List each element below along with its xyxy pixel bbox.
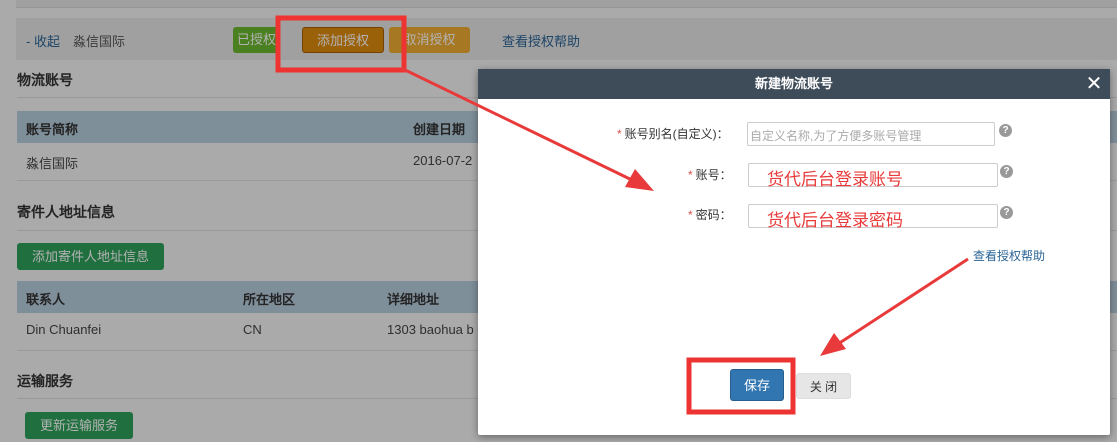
required-mark: *	[688, 208, 693, 222]
password-label: * 密码：	[688, 206, 732, 223]
help-icon[interactable]: ?	[1000, 206, 1013, 219]
password-value: 货代后台登录密码	[767, 211, 903, 230]
required-mark: *	[688, 168, 693, 182]
account-value: 货代后台登录账号	[767, 170, 903, 189]
dialog-help-link[interactable]: 查看授权帮助	[973, 247, 1045, 264]
close-button[interactable]: 关 闭	[796, 373, 851, 399]
password-label-text: 密码：	[695, 208, 732, 222]
required-mark: *	[617, 127, 622, 141]
alias-label-text: 账号别名(自定义)：	[624, 127, 729, 141]
alias-input[interactable]: 自定义名称,为了方便多账号管理	[747, 122, 995, 146]
password-input[interactable]: 货代后台登录密码	[748, 204, 998, 230]
alias-placeholder: 自定义名称,为了方便多账号管理	[750, 129, 922, 143]
alias-label: * 账号别名(自定义)：	[617, 125, 729, 142]
save-button[interactable]: 保存	[730, 369, 784, 401]
close-icon[interactable]: ✕	[1084, 69, 1104, 99]
account-label: * 账号：	[688, 166, 732, 183]
dialog-title: 新建物流账号	[478, 69, 1110, 99]
new-logistics-account-dialog: 新建物流账号 ✕ * 账号别名(自定义)： 自定义名称,为了方便多账号管理 ? *…	[478, 69, 1110, 435]
help-icon[interactable]: ?	[1000, 165, 1013, 178]
help-icon[interactable]: ?	[999, 124, 1012, 137]
account-label-text: 账号：	[695, 168, 732, 182]
account-input[interactable]: 货代后台登录账号	[748, 163, 998, 189]
